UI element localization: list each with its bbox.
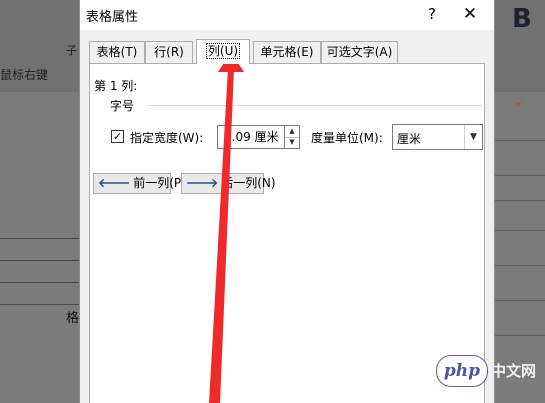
preferred-width-input[interactable]: 2.09 厘米: [217, 125, 285, 149]
table-properties-dialog: 表格属性 ? ✕ 表格(T) 行(R) 列(U) 单元格(E) 可选文字(A) …: [79, 0, 495, 403]
document-text-hint: 鼠标右键: [0, 68, 49, 82]
group-divider: [146, 105, 482, 106]
tab-table[interactable]: 表格(T): [89, 41, 145, 63]
tab-column[interactable]: 列(U): [196, 39, 250, 64]
help-button[interactable]: ?: [420, 3, 444, 25]
document-letter: B: [512, 4, 532, 34]
site-watermark: php 中文网: [436, 355, 544, 387]
document-table-right: ✕: [490, 100, 545, 380]
next-column-button[interactable]: 🡒 后一列(N): [181, 173, 276, 194]
watermark-text: 中文网: [491, 362, 537, 380]
column-heading: 第 1 列:: [94, 79, 138, 93]
triangle-down-icon[interactable]: ▼: [285, 137, 299, 148]
measure-unit-select[interactable]: 厘米 ▼: [392, 124, 483, 150]
measure-unit-value: 厘米: [397, 132, 422, 146]
tab-alt-text[interactable]: 可选文字(A): [321, 41, 398, 63]
previous-column-button[interactable]: 🡐 前一列(P): [93, 173, 186, 194]
watermark-logo: php: [436, 355, 488, 387]
preferred-width-checkbox[interactable]: ✓: [111, 130, 124, 143]
tab-cell[interactable]: 单元格(E): [253, 41, 321, 63]
close-icon: ✕: [514, 100, 523, 111]
document-edge-char: 子: [66, 44, 77, 57]
dialog-titlebar[interactable]: 表格属性 ? ✕: [80, 0, 494, 30]
width-spinner: ▲ ▼: [284, 125, 300, 149]
document-table-left: [0, 238, 80, 328]
close-button[interactable]: ✕: [458, 3, 482, 25]
dialog-title: 表格属性: [86, 10, 139, 25]
preferred-width-label[interactable]: 指定宽度(W):: [130, 129, 203, 146]
measure-unit-label: 度量单位(M):: [311, 131, 383, 145]
tab-row[interactable]: 行(R): [145, 41, 193, 63]
arrow-right-icon: 🡒: [186, 176, 219, 190]
arrow-left-icon: 🡐: [98, 176, 131, 190]
chevron-down-icon[interactable]: ▼: [464, 125, 482, 149]
column-tab-panel: 第 1 列: 字号 ✓ 指定宽度(W): 2.09 厘米 ▲ ▼ 度量单位(M)…: [89, 63, 485, 403]
size-group-label: 字号: [110, 99, 135, 113]
